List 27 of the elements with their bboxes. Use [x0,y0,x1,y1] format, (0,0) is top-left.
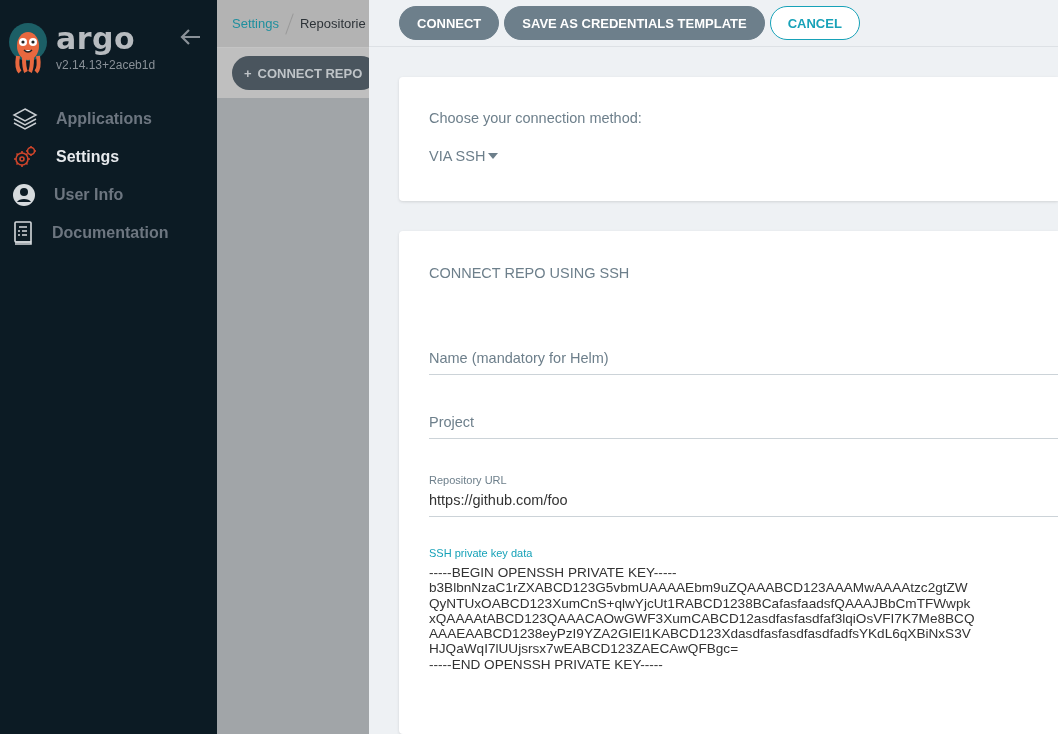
logo-wordmark: argo [56,22,137,56]
version-label: v2.14.13+2aceb1d [56,58,157,72]
private-key-textarea[interactable]: -----BEGIN OPENSSH PRIVATE KEY----- b3BlbnNzaC1rZXABCD123G5vbmUAAAAEbm9uZQAAABCD123AAAMwAAAAtzc2gtZW QyNTUxOABCD123XumCnS+qlwYjcUt1RABCD1238BCafasfaadsfQAAAJBbCmTFWwpk xQAAAAtABCD123QAAACAOwGWF3XumCABCD12asdfasfasdfaf3lqiOsVFI7K7Me8BCQ AAAEAABCD1238eyPzI9YZA2GIEl1KABCD123XdasdfasfasdfasdfadfsYKdL6qXBiNxS3V HJQaWqI7lUUjsrsx7wEABCD123ZAECAwQFBgc= -----END OPENSSH PRIVATE KEY----- [429,565,1058,673]
book-icon [12,221,34,245]
input-field[interactable]: https://github.com/foo [429,492,1058,517]
nav-item[interactable]: Documentation [0,214,217,252]
nav-item[interactable]: User Info [0,176,217,214]
input-field[interactable]: Project [429,414,1058,439]
nav-item[interactable]: Applications [0,100,217,138]
back-arrow-icon[interactable] [179,28,201,46]
input-field[interactable]: Name (mandatory for Helm) [429,350,1058,375]
action-button[interactable]: SAVE AS CREDENTIALS TEMPLATE [504,6,765,40]
connect-repo-button[interactable]: + CONNECT REPO [232,56,369,90]
action-button[interactable]: CONNECT [399,6,500,40]
nav-item[interactable]: Settings [0,138,217,176]
field-label: SSH private key data [429,547,533,559]
method-dropdown[interactable]: VIA SSH [429,148,499,164]
action-button[interactable]: CANCEL [769,6,860,40]
octopus-logo-drawing [8,22,48,74]
user-icon [12,183,36,207]
field-label: Repository URL [429,474,507,486]
caret-icon [488,153,499,159]
method-prompt: Choose your connection method: [429,110,643,126]
breadcrumb-current: Repositorie [300,16,366,31]
layers-icon [12,107,38,131]
gears-icon [12,144,38,170]
form-title: CONNECT REPO USING SSH [429,264,631,283]
